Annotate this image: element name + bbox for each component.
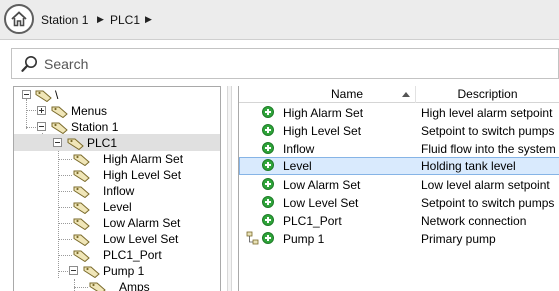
add-circle-icon [262,159,274,171]
collapse-toggle[interactable] [69,266,78,275]
tree-node-label: Station 1 [71,120,119,134]
row-description: Network connection [421,214,527,228]
list-row-selected[interactable]: Level Holding tank level [239,157,559,175]
tree-node-level[interactable]: Level [14,199,220,215]
tree-node-label: PLC1 [87,136,118,150]
tag-icon [73,218,90,230]
column-header-label: Name [330,87,363,101]
tag-icon [73,202,90,214]
tree-node-root[interactable]: \ [14,87,220,103]
tree-node-label: High Level Set [103,168,182,182]
tag-icon [73,154,90,166]
add-circle-icon [262,142,274,154]
list-row[interactable]: Low Alarm Set Low level alarm setpoint [239,176,559,194]
tag-icon [51,106,68,118]
row-name: Inflow [283,142,315,156]
add-circle-icon [262,124,274,136]
row-description: Fluid flow into the system [421,142,556,156]
search-icon [21,56,37,72]
column-header-description[interactable]: Description [416,86,559,103]
tree-node-label: High Alarm Set [103,152,184,166]
add-circle-icon [262,106,274,118]
breadcrumb-item-plc[interactable]: PLC1 [110,13,140,27]
tree-node-label: Low Level Set [103,232,179,246]
tree-node-inflow[interactable]: Inflow [14,183,220,199]
row-name: Low Alarm Set [283,178,361,192]
tag-icon [51,122,68,134]
home-icon [11,11,27,27]
row-description: Setpoint to switch pumps [421,124,555,138]
tree-node-station-1[interactable]: Station 1 [14,119,220,135]
search-box[interactable] [11,48,559,79]
row-name: Low Level Set [283,196,359,210]
pane-splitter[interactable] [227,86,232,291]
breadcrumb-separator[interactable]: ▶ [97,14,104,25]
tree-node-low-alarm-set[interactable]: Low Alarm Set [14,215,220,231]
breadcrumb-bar: Station 1 ▶ PLC1 ▶ [0,0,559,40]
tree-node-label: Menus [71,104,108,118]
column-header-label: Description [457,87,518,101]
list-row[interactable]: High Alarm Set High level alarm setpoint [239,104,559,122]
column-header-name[interactable]: Name [279,86,416,103]
add-circle-icon [262,232,274,244]
expand-toggle[interactable] [37,106,46,115]
tree-node-menus[interactable]: Menus [14,103,220,119]
tag-icon [73,186,90,198]
tree-node-label: PLC1_Port [103,248,162,262]
row-name: High Alarm Set [283,106,364,120]
row-description: Primary pump [421,232,496,246]
add-circle-icon [262,178,274,190]
list-row[interactable]: Low Level Set Setpoint to switch pumps [239,194,559,212]
tree-node-pump-1[interactable]: Pump 1 [14,263,220,279]
search-input[interactable] [44,54,544,74]
navigation-tree[interactable]: \ Menus Station 1 PLC1 High Alarm Set Hi… [13,86,221,291]
collapse-toggle[interactable] [22,90,31,99]
tag-icon [35,90,52,102]
item-list[interactable]: Name Description High Alarm Set High lev… [238,86,559,291]
tree-node-label: Level [103,200,132,214]
row-description: Holding tank level [421,159,516,173]
tree-node-low-level-set[interactable]: Low Level Set [14,231,220,247]
tree-node-label: Amps [119,280,150,291]
list-header: Name Description [239,86,559,103]
home-button[interactable] [4,4,34,34]
row-description: Setpoint to switch pumps [421,196,555,210]
row-description: High level alarm setpoint [421,106,553,120]
tree-node-plc1[interactable]: PLC1 [14,134,220,151]
tree-node-high-alarm-set[interactable]: High Alarm Set [14,151,220,167]
tag-icon [73,234,90,246]
tree-node-plc1-port[interactable]: PLC1_Port [14,247,220,263]
tag-icon [73,250,90,262]
tag-icon [89,282,106,291]
tag-icon [67,138,84,150]
tree-node-amps[interactable]: Amps [14,279,220,291]
row-name: PLC1_Port [283,214,342,228]
row-name: Level [283,159,312,173]
row-description: Low level alarm setpoint [421,178,550,192]
row-name: Pump 1 [283,232,325,246]
add-circle-icon [262,214,274,226]
breadcrumb-item-station[interactable]: Station 1 [41,13,88,27]
row-name: High Level Set [283,124,362,138]
tag-icon [73,170,90,182]
list-row[interactable]: High Level Set Setpoint to switch pumps [239,122,559,140]
collapse-toggle[interactable] [37,122,46,131]
tree-node-label: Low Alarm Set [103,216,181,230]
sort-ascending-icon [402,92,410,97]
tree-node-label: \ [55,88,59,102]
collapse-toggle[interactable] [53,138,62,147]
list-row[interactable]: Pump 1 Primary pump [239,230,559,248]
hierarchy-icon [246,231,259,245]
tree-node-label: Inflow [103,184,135,198]
list-row[interactable]: Inflow Fluid flow into the system [239,140,559,158]
tree-node-label: Pump 1 [103,264,145,278]
tag-icon [83,266,100,278]
list-row[interactable]: PLC1_Port Network connection [239,212,559,230]
breadcrumb-separator[interactable]: ▶ [145,14,152,25]
add-circle-icon [262,196,274,208]
tree-node-high-level-set[interactable]: High Level Set [14,167,220,183]
